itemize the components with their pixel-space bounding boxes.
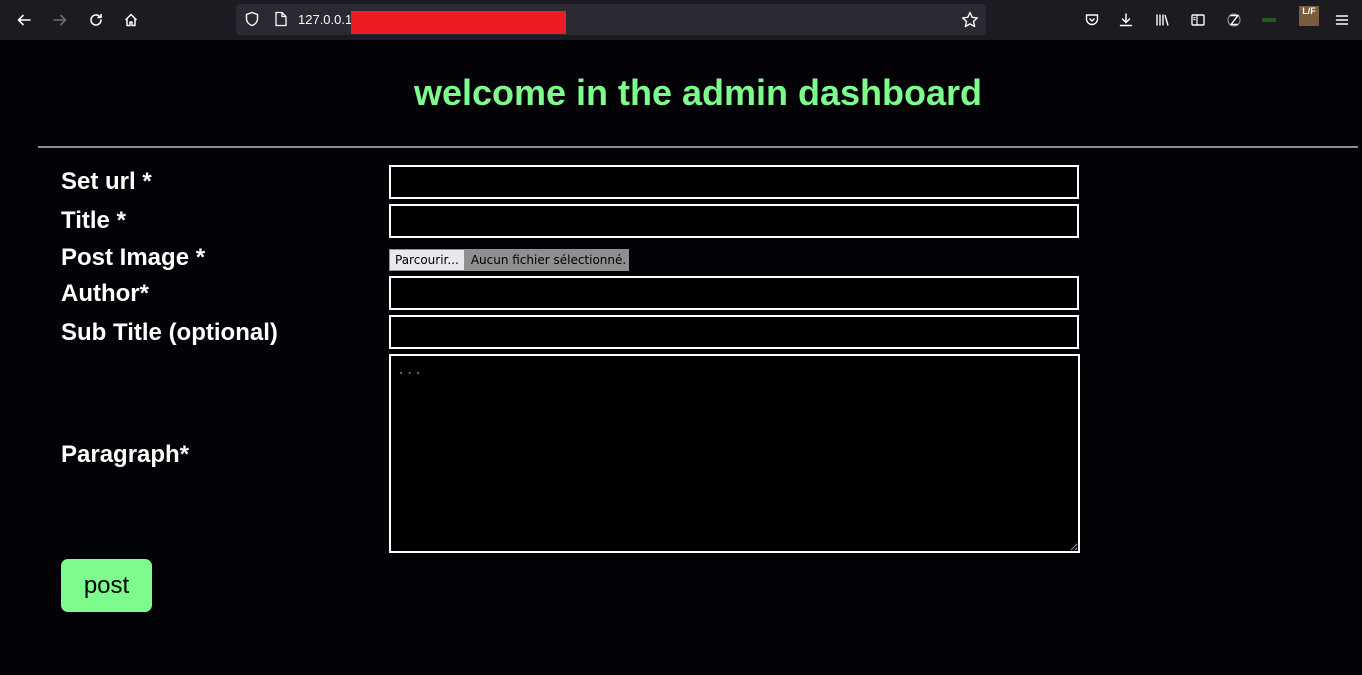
browser-toolbar: 127.0.0.1 L/F <box>0 0 1362 40</box>
translate-icon[interactable] <box>1222 8 1246 32</box>
file-input[interactable]: Parcourir... Aucun fichier sélectionné. <box>389 249 629 271</box>
title-input[interactable] <box>389 204 1079 238</box>
divider <box>38 146 1358 148</box>
menu-icon[interactable] <box>1330 8 1354 32</box>
star-icon[interactable] <box>960 10 980 30</box>
paragraph-textarea[interactable] <box>389 354 1080 553</box>
extension-icon[interactable] <box>1262 18 1276 22</box>
post-button[interactable]: post <box>61 559 152 612</box>
url-label: Set url * <box>61 168 152 195</box>
lf-extension-icon[interactable]: L/F <box>1299 6 1319 26</box>
pocket-icon[interactable] <box>1080 8 1104 32</box>
sidebar-icon[interactable] <box>1186 8 1210 32</box>
download-icon[interactable] <box>1114 8 1138 32</box>
author-input[interactable] <box>389 276 1079 310</box>
paragraph-label: Paragraph* <box>61 441 190 468</box>
url-text: 127.0.0.1 <box>298 12 353 27</box>
subtitle-label: Sub Title (optional) <box>61 319 278 346</box>
shield-icon[interactable] <box>244 11 260 27</box>
page-title: welcome in the admin dashboard <box>413 72 983 113</box>
url-bar[interactable]: 127.0.0.1 <box>236 4 986 35</box>
library-icon[interactable] <box>1150 8 1174 32</box>
file-status: Aucun fichier sélectionné. <box>470 253 627 267</box>
browse-button[interactable]: Parcourir... <box>389 249 465 271</box>
forward-arrow-icon[interactable] <box>48 8 72 32</box>
image-label: Post Image * <box>61 244 206 271</box>
redacted-url-block <box>351 11 566 34</box>
home-icon[interactable] <box>119 8 143 32</box>
title-label: Title * <box>61 207 126 234</box>
page-icon <box>275 11 287 27</box>
subtitle-input[interactable] <box>389 315 1079 349</box>
url-input[interactable] <box>389 165 1079 199</box>
reload-icon[interactable] <box>84 8 108 32</box>
author-label: Author* <box>61 280 149 307</box>
back-arrow-icon[interactable] <box>12 8 36 32</box>
